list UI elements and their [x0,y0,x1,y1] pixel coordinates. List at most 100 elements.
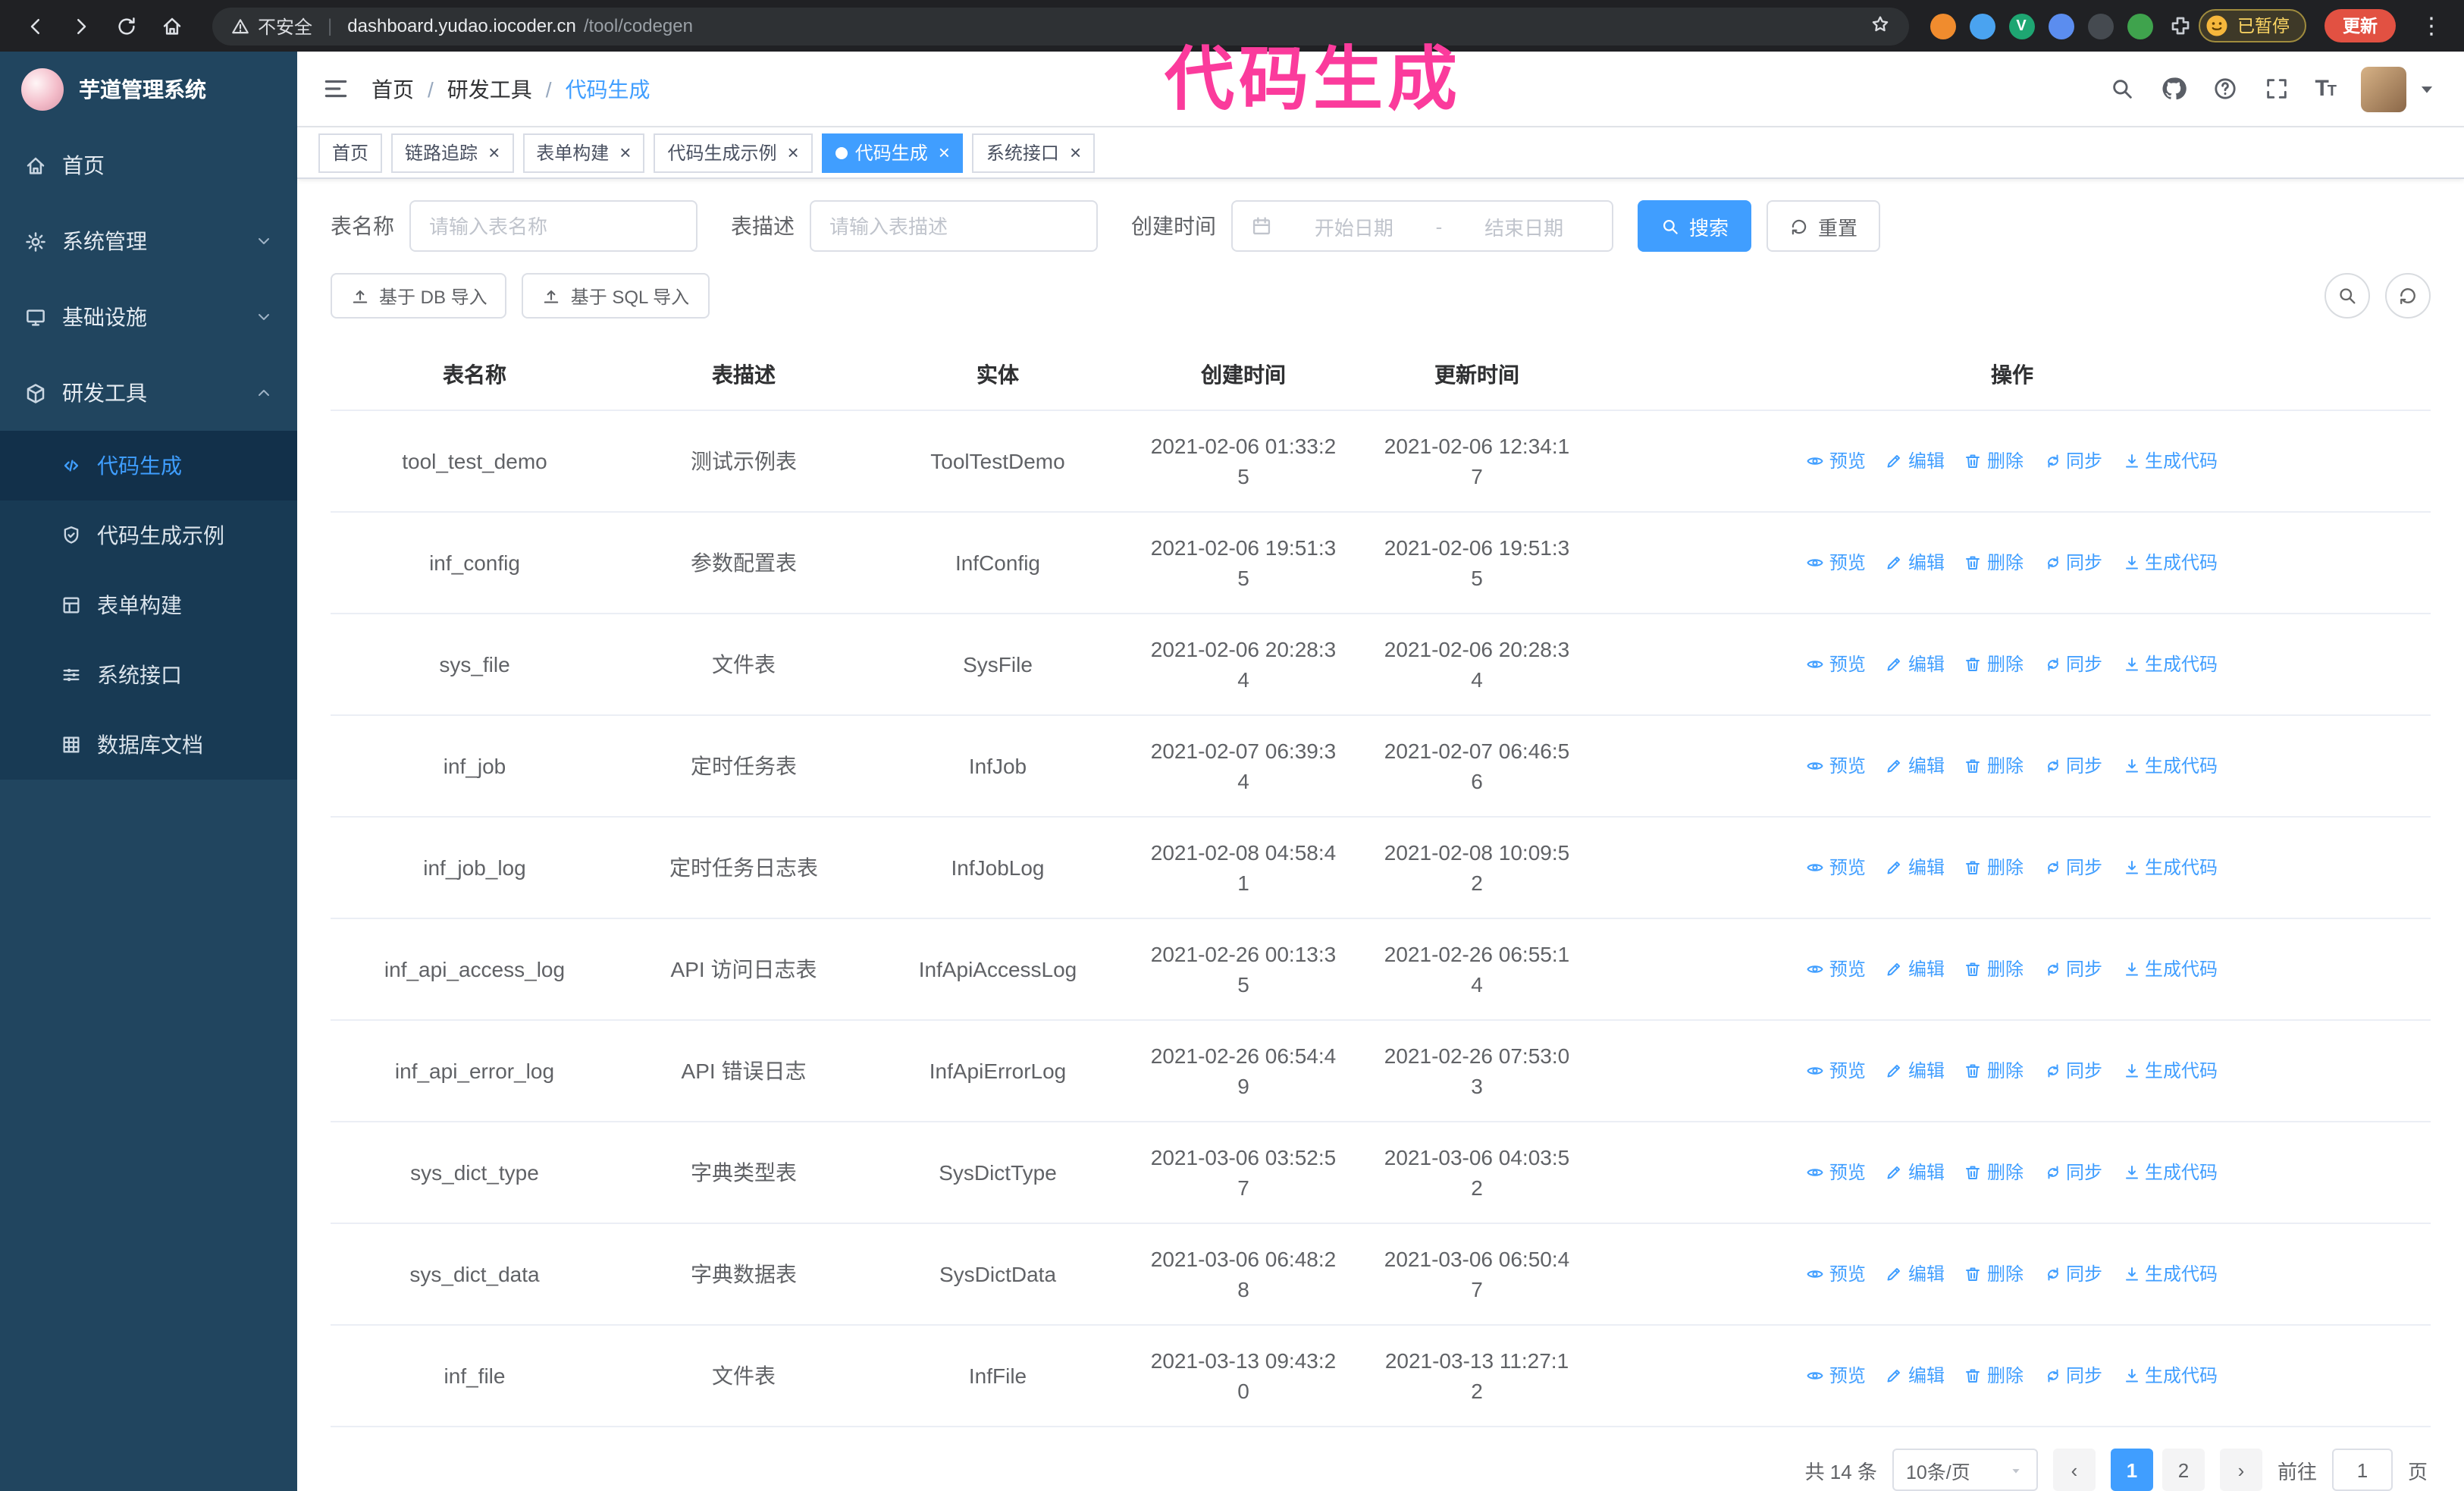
sidebar-subitem[interactable]: 表单构建 [0,570,297,640]
generate-code-link[interactable]: 生成代码 [2122,548,2218,578]
date-range-picker[interactable]: 开始日期 - 结束日期 [1231,200,1613,252]
github-icon[interactable] [2160,76,2187,102]
sidebar-item[interactable]: 基础设施 [0,279,297,355]
prev-page-button[interactable]: ‹ [2052,1449,2096,1491]
avatar[interactable] [2361,66,2406,111]
page-size-select[interactable]: 10条/页 [1892,1449,2038,1491]
browser-back-button[interactable] [15,6,55,46]
delete-link[interactable]: 删除 [1964,954,2024,984]
import-db-button[interactable]: 基于 DB 导入 [331,273,507,319]
generate-code-link[interactable]: 生成代码 [2122,1259,2218,1289]
sync-link[interactable]: 同步 [2043,446,2102,476]
generate-code-link[interactable]: 生成代码 [2122,446,2218,476]
preview-link[interactable]: 预览 [1807,1361,1866,1391]
font-size-icon[interactable]: TT [2315,76,2337,102]
address-bar[interactable]: 不安全 | dashboard.yudao.iocoder.cn/tool/co… [212,7,1908,45]
generate-code-link[interactable]: 生成代码 [2122,1361,2218,1391]
next-page-button[interactable]: › [2219,1449,2262,1491]
ext-paw-icon[interactable] [2127,13,2152,39]
sidebar-subitem[interactable]: 数据库文档 [0,710,297,780]
hamburger-icon[interactable] [321,74,350,103]
sync-link[interactable]: 同步 [2043,548,2102,578]
sync-link[interactable]: 同步 [2043,954,2102,984]
edit-link[interactable]: 编辑 [1886,751,1945,781]
page-button[interactable]: 2 [2161,1449,2205,1491]
sync-link[interactable]: 同步 [2043,1056,2102,1086]
ext-drop-icon[interactable] [1969,13,1995,39]
preview-link[interactable]: 预览 [1807,1259,1866,1289]
edit-link[interactable]: 编辑 [1886,1157,1945,1188]
breadcrumb-tools[interactable]: 研发工具 [447,74,532,104]
page-button[interactable]: 1 [2110,1449,2153,1491]
generate-code-link[interactable]: 生成代码 [2122,1157,2218,1188]
sync-link[interactable]: 同步 [2043,852,2102,883]
generate-code-link[interactable]: 生成代码 [2122,1056,2218,1086]
sync-link[interactable]: 同步 [2043,1157,2102,1188]
tab-close-icon[interactable]: × [939,143,950,162]
security-warning[interactable]: 不安全 [230,13,312,39]
profile-paused-chip[interactable]: 已暂停 [2198,9,2306,42]
edit-link[interactable]: 编辑 [1886,954,1945,984]
bookmark-star-button[interactable] [1869,13,1890,39]
delete-link[interactable]: 删除 [1964,852,2024,883]
delete-link[interactable]: 删除 [1964,548,2024,578]
preview-link[interactable]: 预览 [1807,1056,1866,1086]
generate-code-link[interactable]: 生成代码 [2122,852,2218,883]
table-desc-input[interactable] [810,200,1098,252]
reset-button[interactable]: 重置 [1766,200,1881,252]
tab[interactable]: 首页 [318,133,383,172]
tab[interactable]: 链路追踪 × [391,133,514,172]
sidebar-item[interactable]: 首页 [0,127,297,203]
edit-link[interactable]: 编辑 [1886,548,1945,578]
preview-link[interactable]: 预览 [1807,1157,1866,1188]
refresh-table-button[interactable] [2385,273,2431,319]
table-name-input[interactable] [409,200,698,252]
delete-link[interactable]: 删除 [1964,1157,2024,1188]
tab[interactable]: 系统接口 × [972,133,1096,172]
goto-page-input[interactable] [2331,1449,2393,1491]
sync-link[interactable]: 同步 [2043,1361,2102,1391]
sidebar-subitem[interactable]: 系统接口 [0,640,297,710]
browser-update-button[interactable]: 更新 [2324,9,2396,42]
search-button[interactable]: 搜索 [1638,200,1752,252]
sidebar-subitem[interactable]: 代码生成 [0,431,297,501]
sidebar-subitem[interactable]: 代码生成示例 [0,501,297,570]
browser-menu-button[interactable]: ⋮ [2414,12,2449,39]
user-menu[interactable] [2361,66,2440,111]
preview-link[interactable]: 预览 [1807,446,1866,476]
edit-link[interactable]: 编辑 [1886,446,1945,476]
delete-link[interactable]: 删除 [1964,751,2024,781]
delete-link[interactable]: 删除 [1964,649,2024,680]
generate-code-link[interactable]: 生成代码 [2122,751,2218,781]
toggle-search-button[interactable] [2324,273,2370,319]
edit-link[interactable]: 编辑 [1886,1361,1945,1391]
import-sql-button[interactable]: 基于 SQL 导入 [522,273,710,319]
edit-link[interactable]: 编辑 [1886,852,1945,883]
preview-link[interactable]: 预览 [1807,548,1866,578]
tab[interactable]: 代码生成示例 × [654,133,813,172]
edit-link[interactable]: 编辑 [1886,649,1945,680]
tab-close-icon[interactable]: × [619,143,631,162]
tab-close-icon[interactable]: × [1070,143,1081,162]
help-icon[interactable] [2212,76,2237,102]
preview-link[interactable]: 预览 [1807,751,1866,781]
preview-link[interactable]: 预览 [1807,852,1866,883]
delete-link[interactable]: 删除 [1964,446,2024,476]
sync-link[interactable]: 同步 [2043,1259,2102,1289]
browser-home-button[interactable] [152,6,191,46]
tab-close-icon[interactable]: × [788,143,799,162]
ext-people-icon[interactable] [2048,13,2074,39]
ext-check-icon[interactable]: V [2008,13,2034,39]
fullscreen-icon[interactable] [2263,76,2289,102]
extensions-puzzle-icon[interactable] [2168,14,2192,38]
generate-code-link[interactable]: 生成代码 [2122,649,2218,680]
delete-link[interactable]: 删除 [1964,1361,2024,1391]
browser-reload-button[interactable] [106,6,146,46]
browser-forward-button[interactable] [61,6,100,46]
preview-link[interactable]: 预览 [1807,954,1866,984]
sync-link[interactable]: 同步 [2043,649,2102,680]
delete-link[interactable]: 删除 [1964,1056,2024,1086]
sidebar-item[interactable]: 系统管理 [0,203,297,279]
generate-code-link[interactable]: 生成代码 [2122,954,2218,984]
edit-link[interactable]: 编辑 [1886,1259,1945,1289]
